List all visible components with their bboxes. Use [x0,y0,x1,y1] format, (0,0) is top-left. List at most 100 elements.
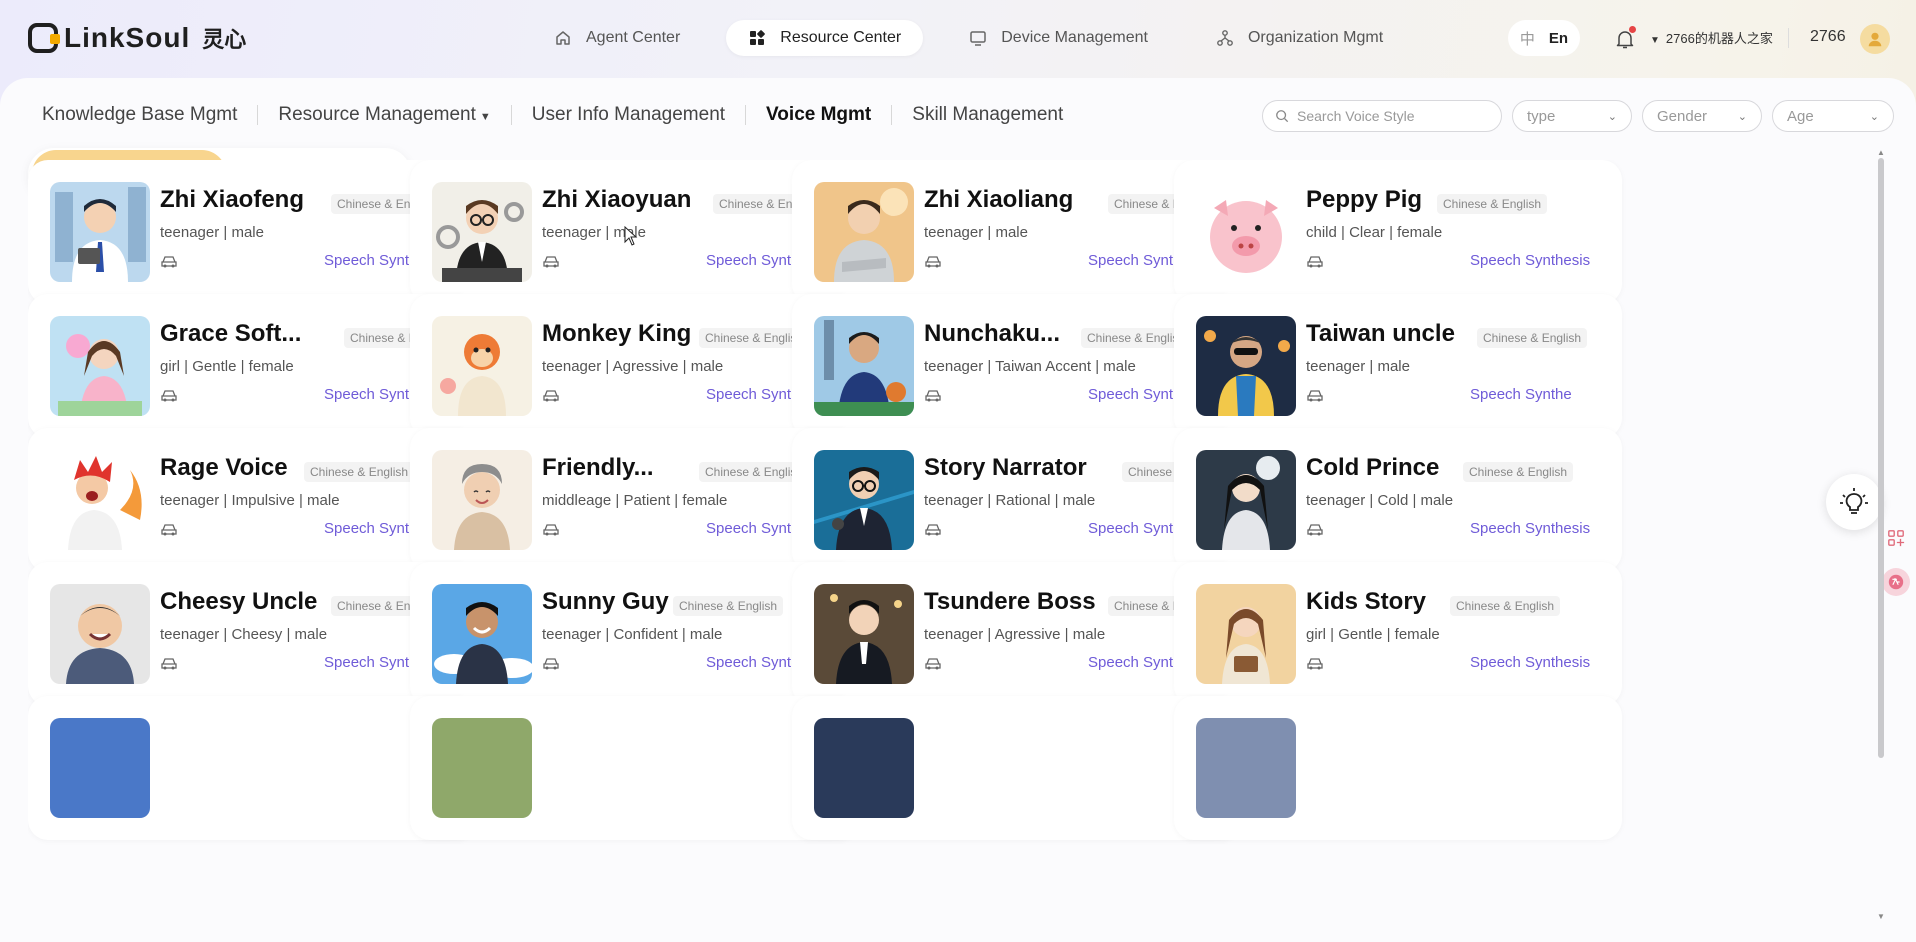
notification-bell-icon[interactable] [1614,26,1636,50]
voice-card[interactable]: Zhi Xiaofeng Chinese & English teenager … [28,160,476,304]
chevron-down-icon: ⌄ [1869,110,1879,123]
voice-name: Zhi Xiaofeng [160,186,304,213]
voice-card[interactable]: Zhi Xiaoliang Chinese & English teenager… [792,160,1240,304]
translate-button[interactable] [1882,568,1910,596]
voice-card[interactable]: Peppy Pig Chinese & English child | Clea… [1174,160,1622,304]
narrator-avatar [814,450,914,550]
voice-name: Story Narrator [924,454,1087,481]
voice-tags: teenager | Agressive | male [924,626,1106,643]
voice-tags: teenager | Rational | male [924,492,1096,509]
voice-name: Rage Voice [160,454,288,481]
tab-knowledge-base[interactable]: Knowledge Base Mgmt [42,104,257,126]
voice-grid: Zhi Xiaofeng Chinese & English teenager … [28,160,1876,864]
language-badge: Chinese & English [304,462,415,482]
apps-grid-button[interactable] [1882,524,1910,552]
voice-card[interactable]: Cold Prince Chinese & English teenager |… [1174,428,1622,572]
tab-label: Resource Management [278,104,476,125]
lang-zh[interactable]: 中 [1520,28,1535,49]
boss-avatar [814,584,914,684]
tab-user-info[interactable]: User Info Management [512,104,745,126]
pig-avatar [1196,182,1296,282]
voice-card-partial[interactable] [28,696,476,840]
speech-synthesis-link[interactable]: Speech Synthesis [1470,520,1590,537]
prince-avatar [1196,450,1296,550]
filter-bar: type ⌄ Gender ⌄ Age ⌄ [1262,100,1894,132]
voice-tags: teenager | male [1306,358,1410,375]
main-nav: Agent Center Resource Center Device Mana… [532,20,1405,56]
home-icon [556,31,570,45]
car-icon [543,658,559,670]
gender-select[interactable]: Gender ⌄ [1642,100,1762,132]
nav-agent-center[interactable]: Agent Center [532,20,702,56]
org-switcher[interactable]: ▼ 2766的机器人之家 [1650,28,1773,47]
casual-man-avatar [814,182,914,282]
dropdown-caret-icon: ▼ [479,111,491,123]
voice-tags: teenager | Cheesy | male [160,626,328,643]
voice-tags: teenager | Impulsive | male [160,492,340,509]
brand-name: LinkSoul [64,22,191,53]
tab-skill-management[interactable]: Skill Management [892,104,1083,126]
voice-card-partial[interactable] [410,696,858,840]
scroll-up-arrow-icon[interactable]: ▲ [1877,148,1885,157]
car-icon [1307,390,1323,402]
scroll-down-arrow-icon[interactable]: ▼ [1877,912,1885,921]
car-icon [161,658,177,670]
user-name[interactable]: 2766 [1810,28,1846,46]
user-avatar[interactable] [1860,24,1890,54]
girl-cotton-candy-avatar [50,316,150,416]
car-icon [1307,524,1323,536]
type-select[interactable]: type ⌄ [1512,100,1632,132]
mouse-cursor-icon [624,226,638,246]
lightbulb-button[interactable] [1826,474,1882,530]
tab-voice-mgmt[interactable]: Voice Mgmt [746,104,891,126]
speech-synthesis-link[interactable]: Speech Synthesis [1470,252,1590,269]
voice-name: Cold Prince [1306,454,1440,481]
car-icon [1307,256,1323,268]
scrollbar-thumb[interactable] [1878,158,1884,758]
brand-logo[interactable]: LinkSoul 灵心 [28,20,246,56]
voice-card[interactable]: Taiwan uncle Chinese & English teenager … [1174,294,1622,438]
avatar-thumb [432,718,532,818]
voice-name: Peppy Pig [1306,186,1423,213]
voice-card-partial[interactable] [792,696,1240,840]
search-voice-input[interactable] [1297,108,1487,124]
nav-resource-center[interactable]: Resource Center [726,20,924,56]
car-icon [161,524,177,536]
voice-card[interactable]: Rage Voice Chinese & English teenager | … [28,428,476,572]
car-icon [1307,658,1323,670]
voice-card-partial[interactable] [1174,696,1622,840]
voice-card[interactable]: Grace Soft... Chinese & English girl | G… [28,294,476,438]
voice-card[interactable]: Tsundere Boss Chinese & English teenager… [792,562,1240,706]
voice-card[interactable]: Kids Story Chinese & English girl | Gent… [1174,562,1622,706]
voice-card[interactable]: Friendly... Chinese & English middleage … [410,428,858,572]
voice-tags: teenager | male [160,224,264,241]
nav-device-management[interactable]: Device Management [947,20,1170,56]
cheesy-uncle-avatar [50,584,150,684]
translate-icon [1888,574,1904,590]
lang-en[interactable]: En [1549,30,1568,47]
glasses-boy-avatar [432,182,532,282]
voice-tags: teenager | Agressive | male [542,358,724,375]
language-badge: Chinese & English [1477,328,1588,348]
nav-label: Resource Center [780,29,902,46]
speech-synthesis-link[interactable]: Speech Synthesis [1470,654,1590,671]
uncle-sunglasses-avatar [1196,316,1296,416]
voice-card[interactable]: Cheesy Uncle Chinese & English teenager … [28,562,476,706]
nav-organization-mgmt[interactable]: Organization Mgmt [1194,20,1405,56]
voice-name: Nunchaku... [924,320,1061,347]
language-switch[interactable]: 中 En [1508,20,1580,56]
voice-card[interactable]: Nunchaku... Chinese & English teenager |… [792,294,1240,438]
car-icon [161,256,177,268]
logo-mark-icon [28,23,60,53]
select-value: Gender [1657,107,1708,125]
speech-synthesis-link[interactable]: Speech Synthe [1470,386,1572,403]
voice-card[interactable]: Monkey King Chinese & English teenager |… [410,294,858,438]
tab-resource-management[interactable]: Resource Management ▼ [258,104,510,126]
sub-nav: Knowledge Base Mgmt Resource Management ▼… [42,104,1083,126]
voice-name: Grace Soft... [160,320,302,347]
age-select[interactable]: Age ⌄ [1772,100,1894,132]
car-icon [925,390,941,402]
voice-card[interactable]: Sunny Guy Chinese & English teenager | C… [410,562,858,706]
voice-card[interactable]: Story Narrator Chinese & English teenage… [792,428,1240,572]
voice-tags: middleage | Patient | female [542,492,728,509]
